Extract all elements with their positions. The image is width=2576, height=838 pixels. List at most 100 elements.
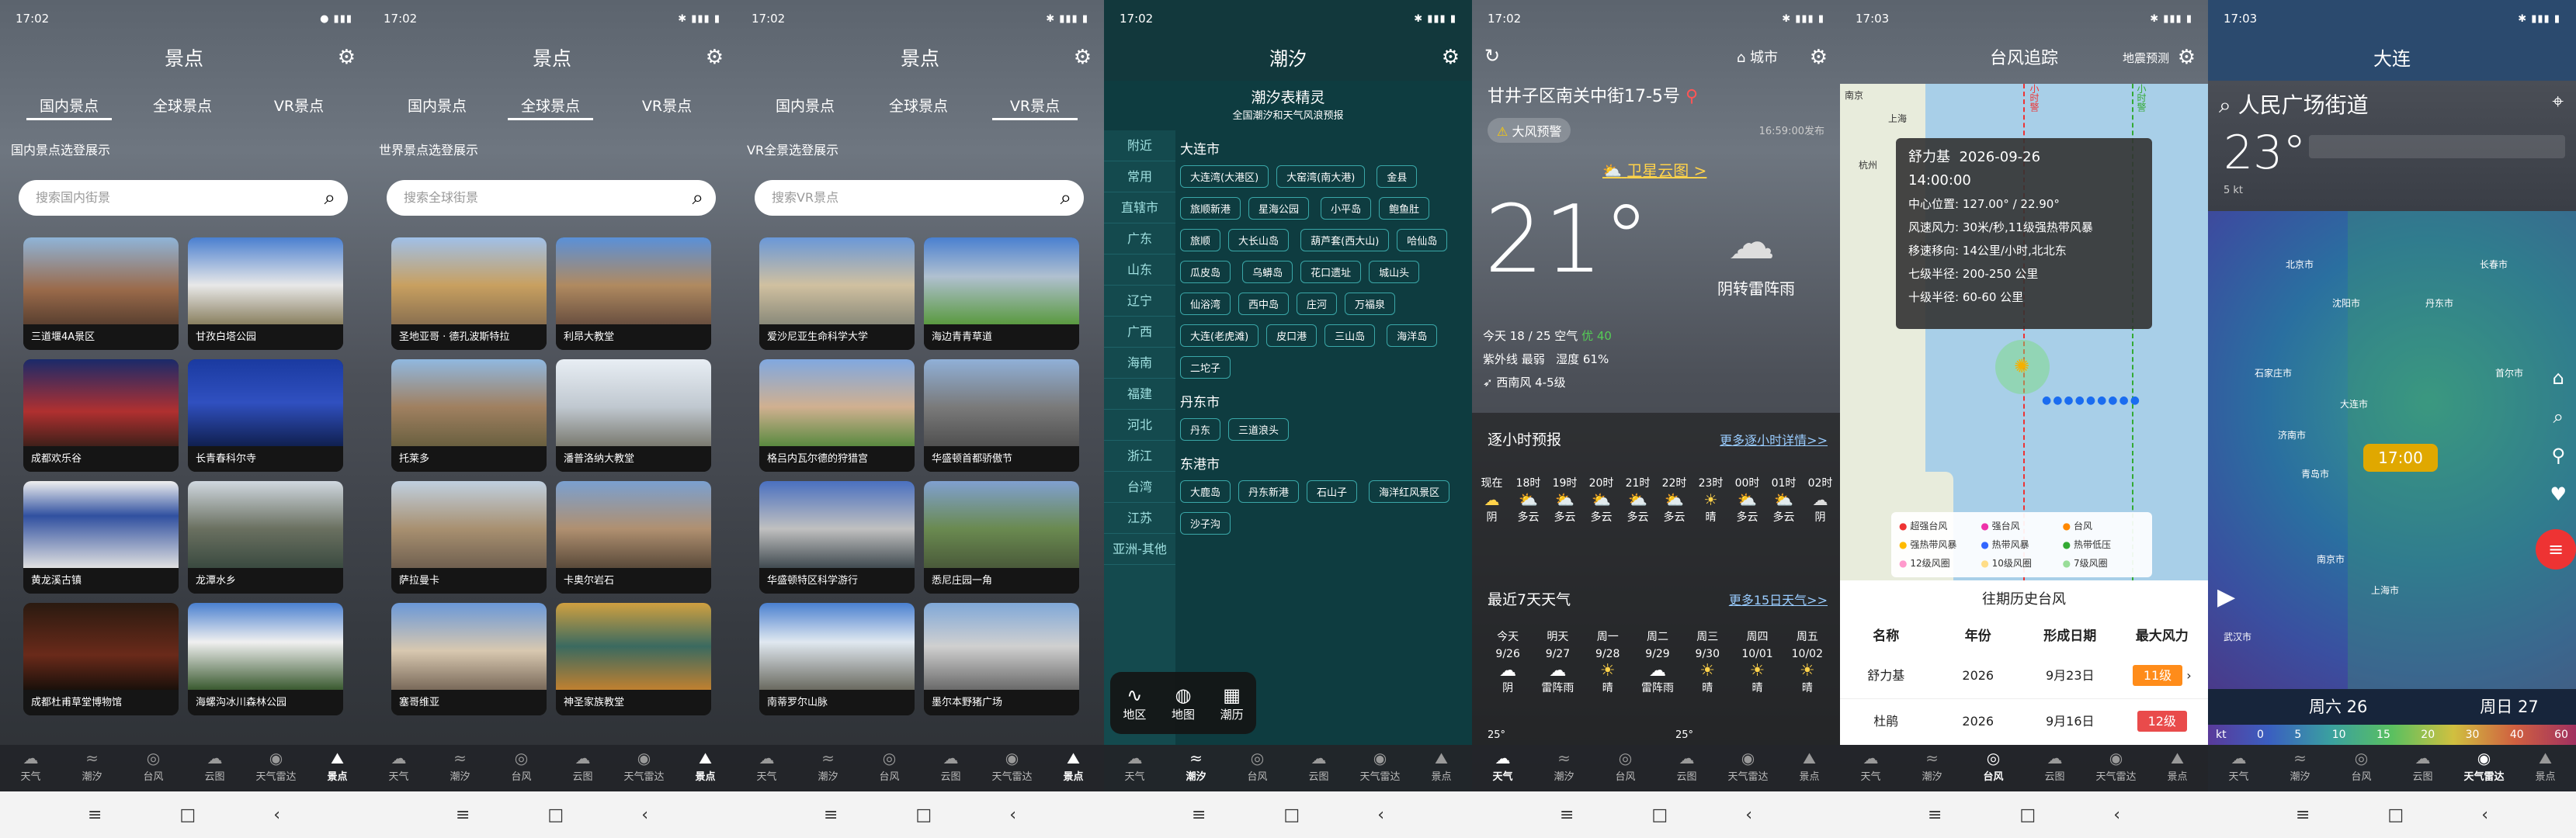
station-chip[interactable]: 大鹿岛: [1180, 480, 1231, 503]
region-item[interactable]: 辽宁: [1104, 286, 1175, 317]
region-button[interactable]: ∿ 地区: [1123, 684, 1146, 722]
tab-domestic[interactable]: 国内景点: [394, 95, 480, 118]
search-icon[interactable]: ⌕: [2550, 397, 2567, 436]
gear-icon[interactable]: ⚙: [1442, 47, 1460, 68]
region-item[interactable]: 山东: [1104, 255, 1175, 286]
station-chip[interactable]: 仙浴湾: [1180, 293, 1231, 315]
scenic-card[interactable]: 华盛顿首都骄傲节: [924, 359, 1079, 472]
tab-tide[interactable]: ≈ 潮汐: [1533, 745, 1595, 791]
station-chip[interactable]: 大连(老虎滩): [1180, 324, 1259, 347]
scenic-card[interactable]: 圣地亚哥 · 德孔波斯特拉: [391, 237, 547, 350]
tab-typhoon[interactable]: ◎ 台风: [1963, 745, 2024, 791]
station-chip[interactable]: 乌蟒岛: [1242, 261, 1293, 283]
region-item[interactable]: 广东: [1104, 223, 1175, 255]
station-chip[interactable]: 花口遗址: [1300, 261, 1362, 283]
tab-cloud[interactable]: ☁ 云图: [2024, 745, 2085, 791]
pin-icon[interactable]: ⚲: [2550, 436, 2567, 475]
region-item[interactable]: 直辖市: [1104, 192, 1175, 223]
station-chip[interactable]: 万福泉: [1345, 293, 1396, 315]
tab-global[interactable]: 全球景点: [508, 95, 593, 120]
scenic-card[interactable]: 长青春科尔寺: [188, 359, 343, 472]
play-icon[interactable]: ▶: [2217, 583, 2235, 611]
region-item[interactable]: 浙江: [1104, 441, 1175, 472]
city-button[interactable]: ⌂ 城市: [1737, 47, 1778, 67]
tab-radar[interactable]: ◉ 天气雷达: [1349, 745, 1411, 791]
tab-weather[interactable]: ☁ 天气: [368, 745, 429, 791]
scenic-card[interactable]: 海边青青草道: [924, 237, 1079, 350]
scenic-card[interactable]: 黄龙溪古镇: [23, 481, 179, 594]
back-icon[interactable]: ‹: [641, 805, 648, 825]
scenic-card[interactable]: 利昂大教堂: [556, 237, 711, 350]
back-icon[interactable]: ‹: [273, 805, 280, 825]
place-search[interactable]: ⌕ 人民广场街道: [2219, 88, 2369, 119]
search-input[interactable]: 搜索VR景点 ⌕: [755, 180, 1084, 216]
search-input[interactable]: 搜索国内街景 ⌕: [19, 180, 348, 216]
tab-tide[interactable]: ≈ 潮汐: [61, 745, 123, 791]
station-chip[interactable]: 三山岛: [1324, 324, 1376, 347]
tab-tide[interactable]: ≈ 潮汐: [1901, 745, 1963, 791]
scenic-card[interactable]: 卡奥尔岩石: [556, 481, 711, 594]
tab-typhoon[interactable]: ◎ 台风: [123, 745, 184, 791]
tab-cloud[interactable]: ☁ 云图: [2392, 745, 2453, 791]
region-item[interactable]: 常用: [1104, 161, 1175, 192]
tab-global[interactable]: 全球景点: [140, 95, 225, 118]
tab-radar[interactable]: ◉ 天气雷达: [245, 745, 307, 791]
region-item[interactable]: 台湾: [1104, 472, 1175, 503]
menu-icon[interactable]: ≡: [1560, 805, 1574, 825]
table-row[interactable]: 杜鹃 2026 9月16日 12级: [1840, 699, 2208, 744]
search-icon[interactable]: ⌕: [692, 180, 703, 216]
station-chip[interactable]: 瓜皮岛: [1180, 261, 1231, 283]
home-icon[interactable]: □: [547, 805, 564, 825]
search-icon[interactable]: ⌕: [1060, 180, 1071, 216]
menu-icon[interactable]: ≡: [824, 805, 838, 825]
station-chip[interactable]: 大窑湾(南大港): [1276, 165, 1366, 188]
satellite-link[interactable]: ⛅ 卫星云图 >: [1602, 158, 1706, 181]
region-item[interactable]: 福建: [1104, 379, 1175, 410]
home-icon[interactable]: □: [2019, 805, 2036, 825]
tab-scenic[interactable]: ⛰ 景点: [2147, 745, 2208, 791]
station-chip[interactable]: 二坨子: [1180, 356, 1231, 379]
tab-cloud[interactable]: ☁ 云图: [1288, 745, 1349, 791]
refresh-icon[interactable]: ↻: [1484, 45, 1500, 67]
scenic-card[interactable]: 爱沙尼亚生命科学大学: [759, 237, 915, 350]
menu-icon[interactable]: ≡: [1192, 805, 1206, 825]
tab-scenic[interactable]: ⛰ 景点: [1043, 745, 1104, 791]
station-chip[interactable]: 城山头: [1369, 261, 1420, 283]
tab-cloud[interactable]: ☁ 云图: [184, 745, 245, 791]
tab-weather[interactable]: ☁ 天气: [736, 745, 797, 791]
tab-scenic[interactable]: ⛰ 景点: [1411, 745, 1472, 791]
scenic-card[interactable]: 三道堰4A景区: [23, 237, 179, 350]
home-icon[interactable]: □: [1283, 805, 1300, 825]
station-chip[interactable]: 金县: [1377, 165, 1418, 188]
home-icon[interactable]: □: [915, 805, 932, 825]
station-chip[interactable]: 旅顺新港: [1180, 197, 1241, 220]
time-badge[interactable]: 17:00: [2363, 444, 2438, 472]
tab-radar[interactable]: ◉ 天气雷达: [613, 745, 675, 791]
back-icon[interactable]: ‹: [1377, 805, 1384, 825]
typhoon-map[interactable]: 小时警 小时警 南京 上海 杭州 台北 ✺ ●●●●●●●●● 舒力基 2026…: [1840, 84, 2208, 580]
tab-domestic[interactable]: 国内景点: [762, 95, 848, 118]
home-icon[interactable]: ⌂: [2550, 358, 2567, 397]
menu-icon[interactable]: ≡: [456, 805, 470, 825]
calendar-button[interactable]: ▦ 潮历: [1220, 684, 1244, 722]
station-chip[interactable]: 海洋岛: [1387, 324, 1438, 347]
menu-icon[interactable]: ≡: [88, 805, 102, 825]
back-icon[interactable]: ‹: [2481, 805, 2488, 825]
scenic-card[interactable]: 墨尔本野猪广场: [924, 603, 1079, 715]
typhoon-marker-icon[interactable]: ✺: [2014, 355, 2029, 377]
home-icon[interactable]: □: [1651, 805, 1668, 825]
station-chip[interactable]: 小平岛: [1321, 197, 1372, 220]
station-chip[interactable]: 丹东: [1180, 418, 1221, 441]
region-item[interactable]: 海南: [1104, 348, 1175, 379]
tab-weather[interactable]: ☁ 天气: [2208, 745, 2269, 791]
tab-tide[interactable]: ≈ 潮汐: [429, 745, 491, 791]
scenic-card[interactable]: 华盛顿特区科学游行: [759, 481, 915, 594]
back-icon[interactable]: ‹: [1745, 805, 1752, 825]
scenic-card[interactable]: 悉尼庄园一角: [924, 481, 1079, 594]
region-item[interactable]: 江苏: [1104, 503, 1175, 534]
tab-scenic[interactable]: ⛰ 景点: [2515, 745, 2576, 791]
tab-scenic[interactable]: ⛰ 景点: [1779, 745, 1840, 791]
tab-radar[interactable]: ◉ 天气雷达: [1717, 745, 1779, 791]
menu-icon[interactable]: ≡: [2296, 805, 2310, 825]
station-chip[interactable]: 旅顺: [1180, 229, 1221, 251]
